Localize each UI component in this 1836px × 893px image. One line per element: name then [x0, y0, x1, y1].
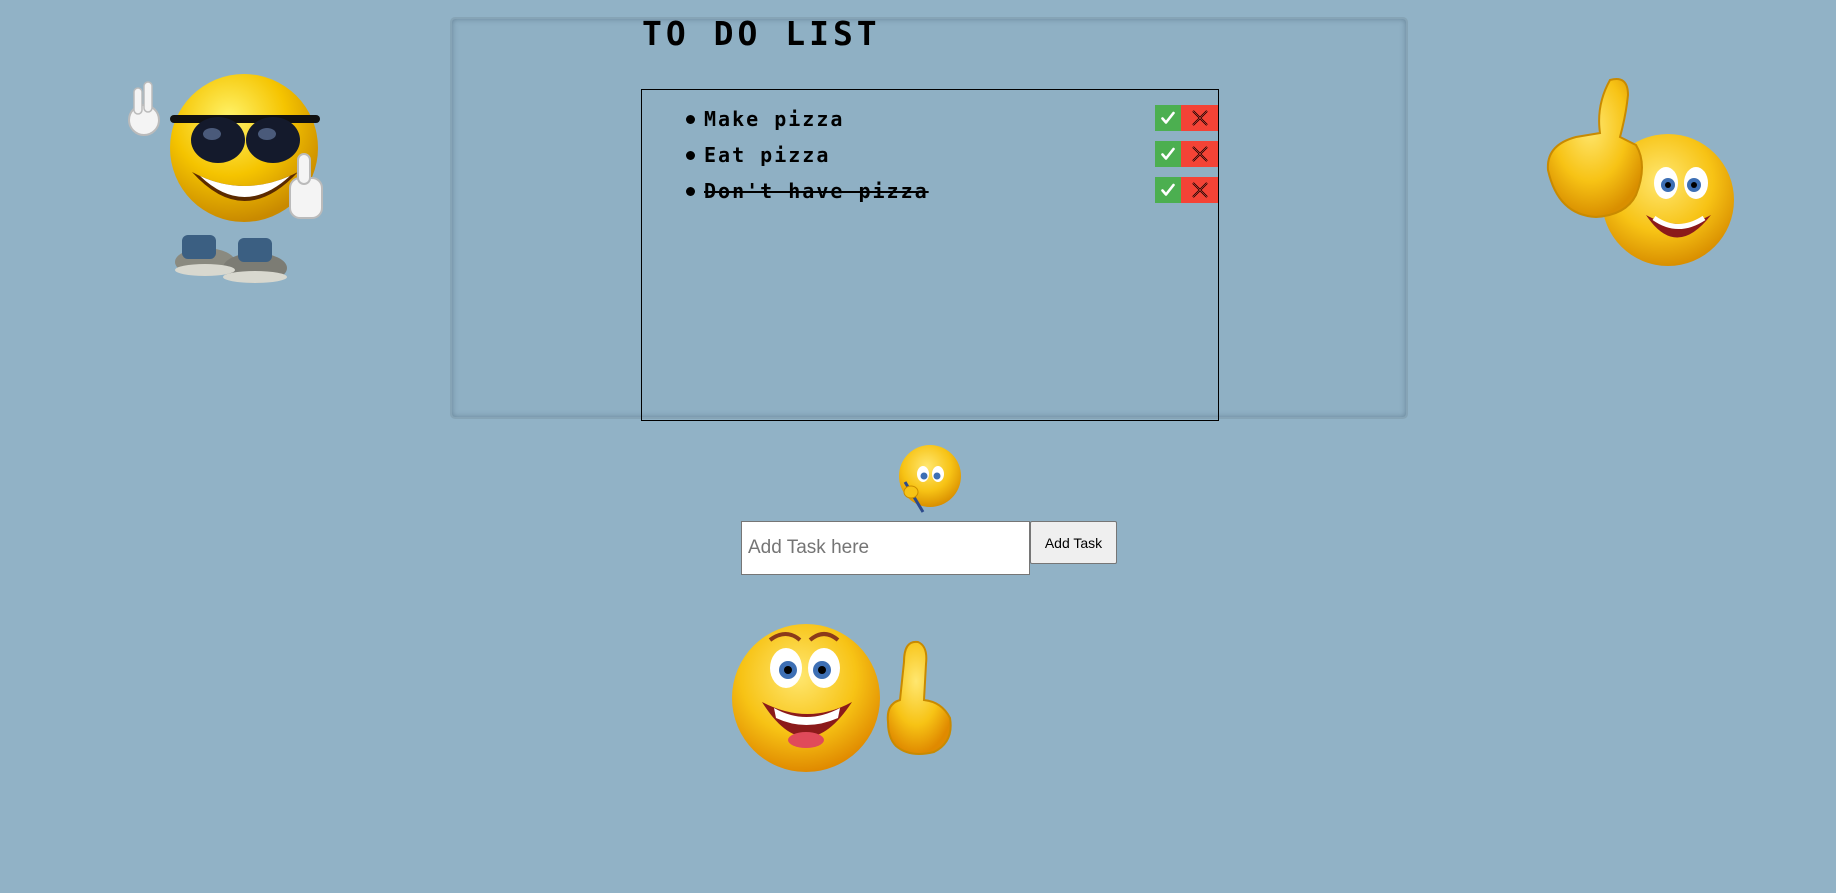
thumbs-up-emoji [1546, 78, 1734, 266]
task-item: Eat pizza [642, 141, 1218, 169]
task-item: Don't have pizza [642, 177, 1218, 205]
task-text-completed: Don't have pizza [704, 179, 929, 203]
bullet-icon [686, 115, 695, 124]
x-icon [1191, 182, 1208, 198]
task-item: Make pizza [642, 105, 1218, 133]
delete-task-button[interactable] [1181, 105, 1218, 131]
x-icon [1191, 146, 1208, 162]
delete-task-button[interactable] [1181, 141, 1218, 167]
task-text: Eat pizza [704, 143, 831, 167]
bullet-icon [686, 151, 695, 160]
bullet-icon [686, 187, 695, 196]
checkmark-icon [1161, 147, 1175, 160]
add-task-input[interactable] [741, 521, 1030, 575]
complete-task-button[interactable] [1155, 105, 1181, 131]
task-list-container: Make pizza Eat pizza Don't have pizza [641, 89, 1219, 421]
complete-task-button[interactable] [1155, 177, 1181, 203]
complete-task-button[interactable] [1155, 141, 1181, 167]
checkmark-icon [1161, 111, 1175, 124]
add-task-button[interactable]: Add Task [1030, 521, 1117, 564]
checkmark-icon [1161, 183, 1175, 196]
pointing-up-emoji [732, 624, 952, 772]
task-text: Make pizza [704, 107, 845, 131]
delete-task-button[interactable] [1181, 177, 1218, 203]
cool-emoji-sunglasses [128, 74, 323, 283]
writing-emoji [899, 445, 961, 513]
x-icon [1191, 110, 1208, 126]
page-title: TO DO LIST [642, 14, 881, 53]
